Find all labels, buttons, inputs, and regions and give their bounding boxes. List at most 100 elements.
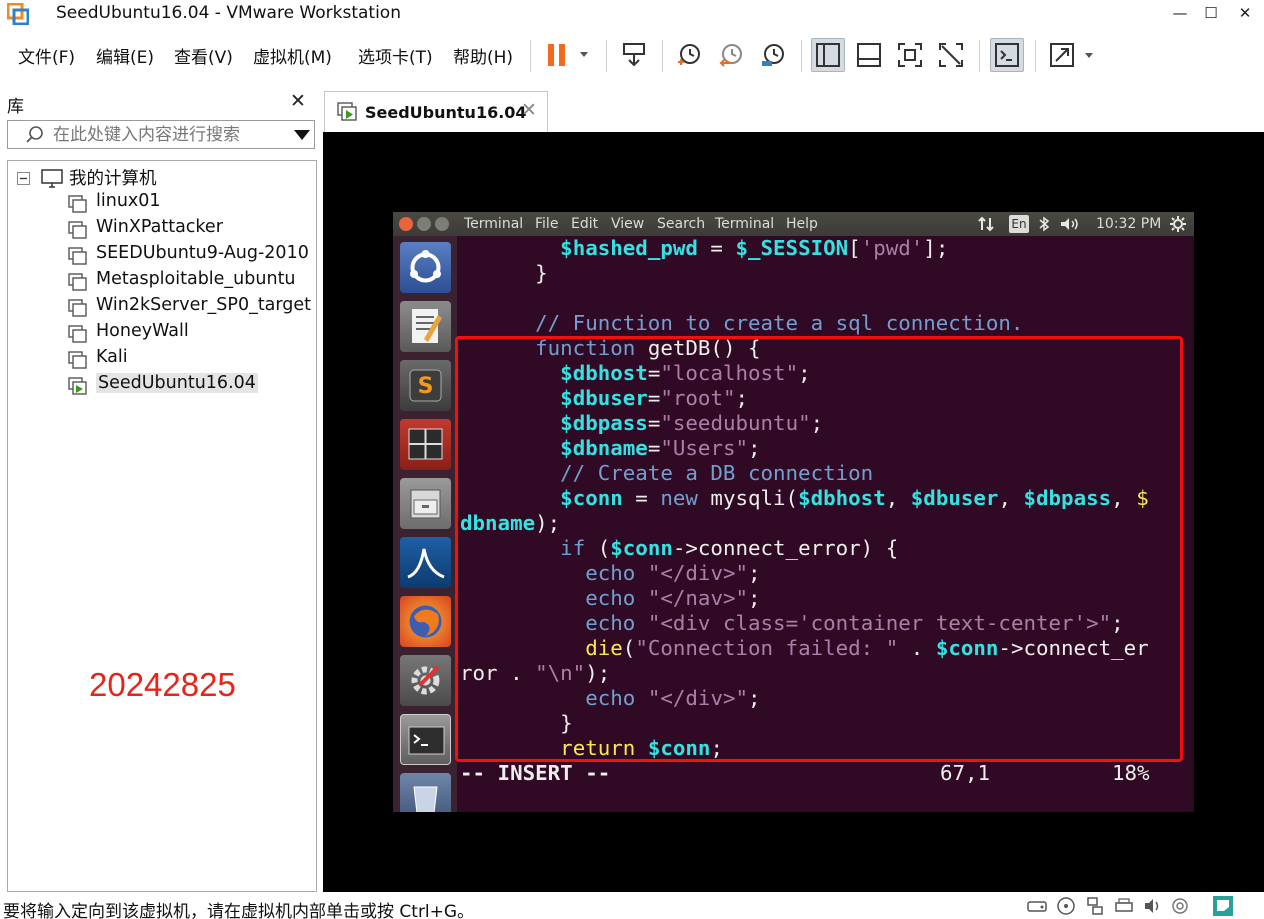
snapshot-manager-button[interactable] [756,38,790,72]
bluetooth-icon[interactable] [1038,216,1050,232]
menu-file[interactable]: 文件(F) [18,43,75,68]
toolbar-separator [979,40,980,72]
guest-minimize-icon[interactable] [417,217,431,231]
terminal-console-icon [995,43,1019,67]
network-arrows-icon[interactable] [977,216,995,232]
toolbar-separator [606,40,607,72]
menu-toolbar: 文件(F) 编辑(E) 查看(V) 虚拟机(M) 选项卡(T) 帮助(H) [0,30,1264,80]
guest-menu-edit[interactable]: Edit [571,216,598,232]
snapshot-manager-icon [762,44,784,66]
vm-icon [68,351,87,369]
console-view-button[interactable] [990,38,1024,72]
vm-label: linux01 [96,191,161,211]
vim-mode-indicator: -- INSERT -- [460,761,611,785]
svg-text:S: S [418,374,434,399]
search-dropdown-icon[interactable] [293,129,311,141]
keyboard-send-icon [623,43,645,67]
tab-seedubuntu16[interactable]: SeedUbuntu16.04 ✕ [324,91,548,132]
message-log-icon[interactable] [1212,895,1234,917]
library-search-box [7,120,315,149]
full-screen-button[interactable] [893,38,927,72]
library-search-input[interactable] [53,124,278,146]
usb-icon[interactable] [1170,897,1190,915]
toolbar-separator [662,40,663,72]
menu-view[interactable]: 查看(V) [174,43,233,68]
guest-maximize-icon[interactable] [435,217,449,231]
thumbnail-bar-icon [857,43,881,67]
guest-clock[interactable]: 10:32 PM [1096,216,1161,232]
snapshot-revert-button[interactable] [714,38,748,72]
computer-icon [41,169,63,188]
trash-icon[interactable] [400,773,451,812]
vm-label: Win2kServer_SP0_target [96,295,312,315]
terminal-app-icon[interactable] [400,714,451,765]
vm-icon [68,325,87,343]
snapshot-take-button[interactable] [672,38,706,72]
collapse-icon[interactable] [17,172,30,185]
vmware-window: SeedUbuntu16.04 - VMware Workstation — ☐… [0,0,1264,919]
guest-menu-file[interactable]: File [535,216,558,232]
guest-menu-terminal[interactable]: Terminal [715,216,774,232]
network-adapter-icon[interactable] [1085,897,1105,915]
vm-label: WinXPattacker [96,217,223,237]
toolbar-separator [530,40,531,72]
vm-label: Kali [96,347,128,367]
guest-close-icon[interactable] [399,217,413,231]
pause-icon [548,44,588,66]
hard-disk-icon[interactable] [1027,897,1047,915]
wireshark-icon[interactable] [400,537,451,588]
vm-label: HoneyWall [96,321,189,341]
library-close-button[interactable]: ✕ [290,90,306,112]
status-bar: 要将输入定向到该虚拟机，请在虚拟机内部单击或按 Ctrl+G。 [0,893,1264,919]
code-comment-function: // Function to create a sql connection. [460,311,1024,335]
sublime-text-icon[interactable]: S [400,360,451,411]
full-screen-icon [898,43,922,67]
status-message: 要将输入定向到该虚拟机，请在虚拟机内部单击或按 Ctrl+G。 [3,902,475,919]
highlight-annotation-box [455,336,1183,762]
show-library-button[interactable] [811,38,845,72]
vm-tree: 我的计算机 linux01 WinXPattacker SEEDUbuntu9-… [7,160,317,892]
text-editor-icon[interactable] [400,301,451,352]
menu-help[interactable]: 帮助(H) [453,43,513,68]
unity-mode-icon [939,43,963,67]
library-panel: 库 ✕ 我的计算机 [0,86,320,892]
system-gear-icon[interactable] [1169,215,1187,233]
unity-launcher: S [393,236,457,812]
dash-home-icon[interactable] [400,242,451,293]
files-icon[interactable] [400,478,451,529]
menu-vm[interactable]: 虚拟机(M) [253,43,332,68]
menu-tabs[interactable]: 选项卡(T) [358,43,433,68]
keyboard-lang-indicator[interactable]: En [1009,215,1029,233]
menu-edit[interactable]: 编辑(E) [96,43,154,68]
vm-icon [68,247,87,265]
cd-dvd-icon[interactable] [1056,897,1076,915]
thumbnail-bar-button[interactable] [852,38,886,72]
guest-menu-help[interactable]: Help [786,216,818,232]
guest-menu-view[interactable]: View [611,216,644,232]
volume-icon[interactable] [1059,216,1081,232]
toolbar-separator [801,40,802,72]
terminator-icon[interactable] [400,419,451,470]
library-title: 库 [7,97,24,117]
close-button[interactable]: ✕ [1233,2,1257,24]
vm-tab-strip: SeedUbuntu16.04 ✕ [323,86,1264,132]
unity-mode-button[interactable] [934,38,968,72]
system-settings-icon[interactable] [400,655,451,706]
student-id-watermark: 20242825 [89,666,236,703]
toolbar-separator [1035,40,1036,72]
tab-close-button[interactable]: ✕ [521,99,537,121]
stretch-icon [1050,43,1093,67]
firefox-icon[interactable] [400,596,451,647]
sound-icon[interactable] [1143,897,1163,915]
printer-icon[interactable] [1114,897,1134,915]
stretch-guest-button[interactable] [1046,38,1100,72]
guest-app-name: Terminal [464,216,524,232]
guest-top-panel: Terminal File Edit View Search Terminal … [393,212,1194,236]
pause-button[interactable] [540,38,594,72]
send-ctrl-alt-del-button[interactable] [617,38,651,72]
minimize-button[interactable]: — [1168,2,1192,24]
vm-icon [68,299,87,317]
maximize-button[interactable]: ☐ [1199,2,1223,24]
vm-label: SeedUbuntu16.04 [96,373,258,393]
guest-menu-search[interactable]: Search [657,216,705,232]
